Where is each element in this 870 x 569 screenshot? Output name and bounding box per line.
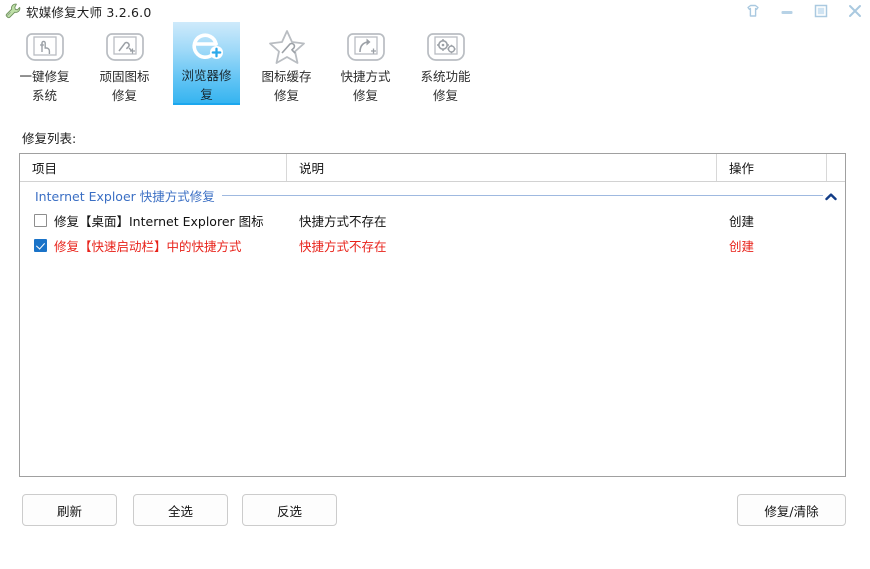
tab-label-line1: 顽固图标 [99, 69, 150, 84]
column-header-spacer [827, 154, 845, 181]
image-wrench-icon [101, 25, 149, 66]
refresh-button[interactable]: 刷新 [22, 494, 117, 526]
row-item-cell: 修复【快速启动栏】中的快捷方式 [20, 236, 287, 255]
tab-label: 图标缓存 修复 [256, 67, 318, 105]
column-header-item[interactable]: 项目 [20, 154, 287, 181]
shortcut-plus-icon [342, 25, 390, 66]
table-row[interactable]: 修复【桌面】Internet Explorer 图标 快捷方式不存在 创建 [20, 208, 845, 233]
close-icon[interactable] [846, 2, 864, 20]
group-title: Internet Exploer 快捷方式修复 [35, 188, 215, 204]
tab-strip: 一键修复 系统 顽固图标 修复 浏览器修 复 图标缓存 修复 快捷方式 修复 系… [0, 22, 870, 106]
row-description: 快捷方式不存在 [299, 214, 387, 229]
tab-label-line2: 修复 [352, 88, 378, 103]
tab-label-line2: 修复 [273, 88, 299, 103]
column-header-description[interactable]: 说明 [287, 154, 717, 181]
tab-label-line2: 修复 [111, 88, 137, 103]
window-title: 软媒修复大师 3.2.6.0 [26, 4, 152, 20]
tab-label: 一键修复 系统 [14, 67, 76, 105]
tab-label-line2: 复 [200, 87, 213, 102]
table-row[interactable]: 修复【快速启动栏】中的快捷方式 快捷方式不存在 创建 [20, 233, 845, 258]
select-all-button[interactable]: 全选 [133, 494, 228, 526]
row-checkbox[interactable] [34, 214, 47, 227]
row-description: 快捷方式不存在 [299, 239, 387, 254]
group-header-internet-explorer[interactable]: Internet Exploer 快捷方式修复 [20, 182, 845, 208]
tab-label-line1: 系统功能 [420, 69, 471, 84]
hand-click-icon [21, 25, 69, 66]
tab-stubborn-icon-repair[interactable]: 顽固图标 修复 [91, 22, 158, 105]
tab-icon-cache-repair[interactable]: 图标缓存 修复 [253, 22, 320, 105]
row-action: 创建 [729, 239, 755, 254]
fix-clear-button[interactable]: 修复/清除 [737, 494, 846, 526]
skin-icon[interactable] [744, 2, 762, 20]
row-item-cell: 修复【桌面】Internet Explorer 图标 [20, 211, 287, 230]
tab-one-key-repair-system[interactable]: 一键修复 系统 [11, 22, 78, 105]
group-divider-line [221, 194, 823, 196]
tab-system-function-repair[interactable]: 系统功能 修复 [412, 22, 479, 105]
gears-plus-icon [422, 25, 470, 66]
invert-selection-button[interactable]: 反选 [242, 494, 337, 526]
minimize-icon[interactable] [778, 2, 796, 20]
maximize-icon[interactable] [812, 2, 830, 20]
tab-shortcut-repair[interactable]: 快捷方式 修复 [332, 22, 399, 105]
row-checkbox[interactable] [34, 239, 47, 252]
star-wrench-icon [263, 25, 311, 66]
tab-label-line2: 修复 [432, 88, 458, 103]
tab-label: 系统功能 修复 [415, 67, 477, 105]
tab-label-line1: 快捷方式 [340, 69, 391, 84]
wrench-icon [4, 2, 22, 20]
tab-label: 浏览器修 复 [176, 66, 238, 104]
tab-label-line1: 一键修复 [19, 69, 70, 84]
tab-label: 快捷方式 修复 [335, 67, 397, 105]
list-header-row: 项目 说明 操作 [20, 154, 845, 182]
column-header-action[interactable]: 操作 [717, 154, 827, 181]
ie-plus-icon [183, 25, 231, 65]
tab-label-line2: 系统 [31, 88, 57, 103]
row-action: 创建 [729, 214, 755, 229]
title-bar: 软媒修复大师 3.2.6.0 [0, 0, 870, 22]
tab-label: 顽固图标 修复 [94, 67, 156, 105]
tab-browser-repair[interactable]: 浏览器修 复 [173, 22, 240, 105]
window-controls [744, 0, 864, 22]
chevron-up-icon[interactable] [825, 191, 837, 201]
row-item-label: 修复【桌面】Internet Explorer 图标 [54, 214, 264, 229]
row-item-label: 修复【快速启动栏】中的快捷方式 [54, 239, 242, 254]
tab-label-line1: 图标缓存 [261, 69, 312, 84]
repair-list-panel: 项目 说明 操作 Internet Exploer 快捷方式修复 修复【桌面】I… [19, 153, 846, 477]
tab-label-line1: 浏览器修 [181, 68, 232, 83]
repair-list-label: 修复列表: [22, 131, 77, 146]
